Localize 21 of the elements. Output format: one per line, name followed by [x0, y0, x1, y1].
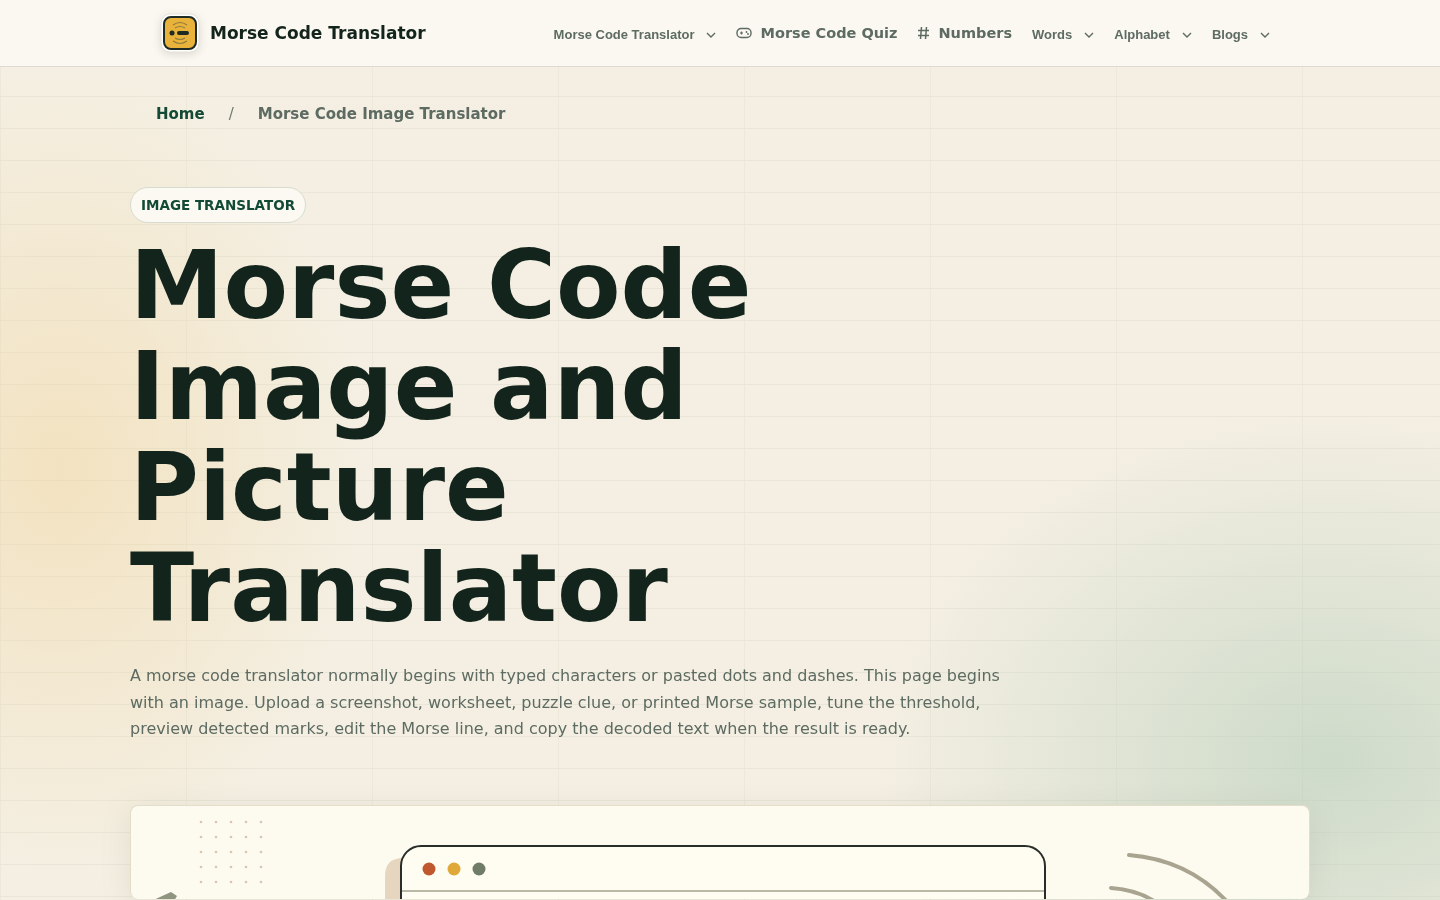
breadcrumb-link[interactable]: Home	[156, 105, 205, 123]
nav-menu[interactable]: Words	[1032, 24, 1095, 42]
nav-link[interactable]: Morse Code Quiz	[736, 25, 898, 41]
hash-icon	[917, 26, 931, 40]
logo-icon[interactable]	[160, 13, 200, 53]
category-badge: IMAGE TRANSLATOR	[130, 187, 307, 223]
breadcrumb-current: Morse Code Image Translator	[257, 105, 506, 123]
breadcrumb-separator: /	[228, 105, 234, 123]
nav-menu[interactable]: Morse Code Translator	[553, 24, 717, 42]
chevron-down-icon	[706, 31, 717, 38]
intro-paragraph: A morse code translator normally begins with typed characters or pasted dots and dashes. This page begins with an image. Upload a screenshot, worksheet, puzzle clue, or printed Morse sample, tune the threshold, preview detected marks, edit the Morse line, and copy the decoded text when the result is ready.	[130, 665, 1001, 740]
nav-menu[interactable]: Blogs	[1211, 24, 1270, 42]
page-heading: Morse Code Image and Picture Translator	[130, 235, 753, 639]
chevron-down-icon	[1260, 31, 1270, 38]
dot-grid-drawing	[199, 820, 263, 883]
nav-menu[interactable]: Alphabet	[1114, 24, 1192, 42]
gamepad-icon	[736, 27, 753, 39]
chevron-down-icon	[1181, 31, 1192, 38]
site-title[interactable]: Morse Code Translator	[210, 23, 426, 43]
nav-link[interactable]: Numbers	[917, 25, 1013, 41]
chevron-down-icon	[1084, 31, 1095, 38]
